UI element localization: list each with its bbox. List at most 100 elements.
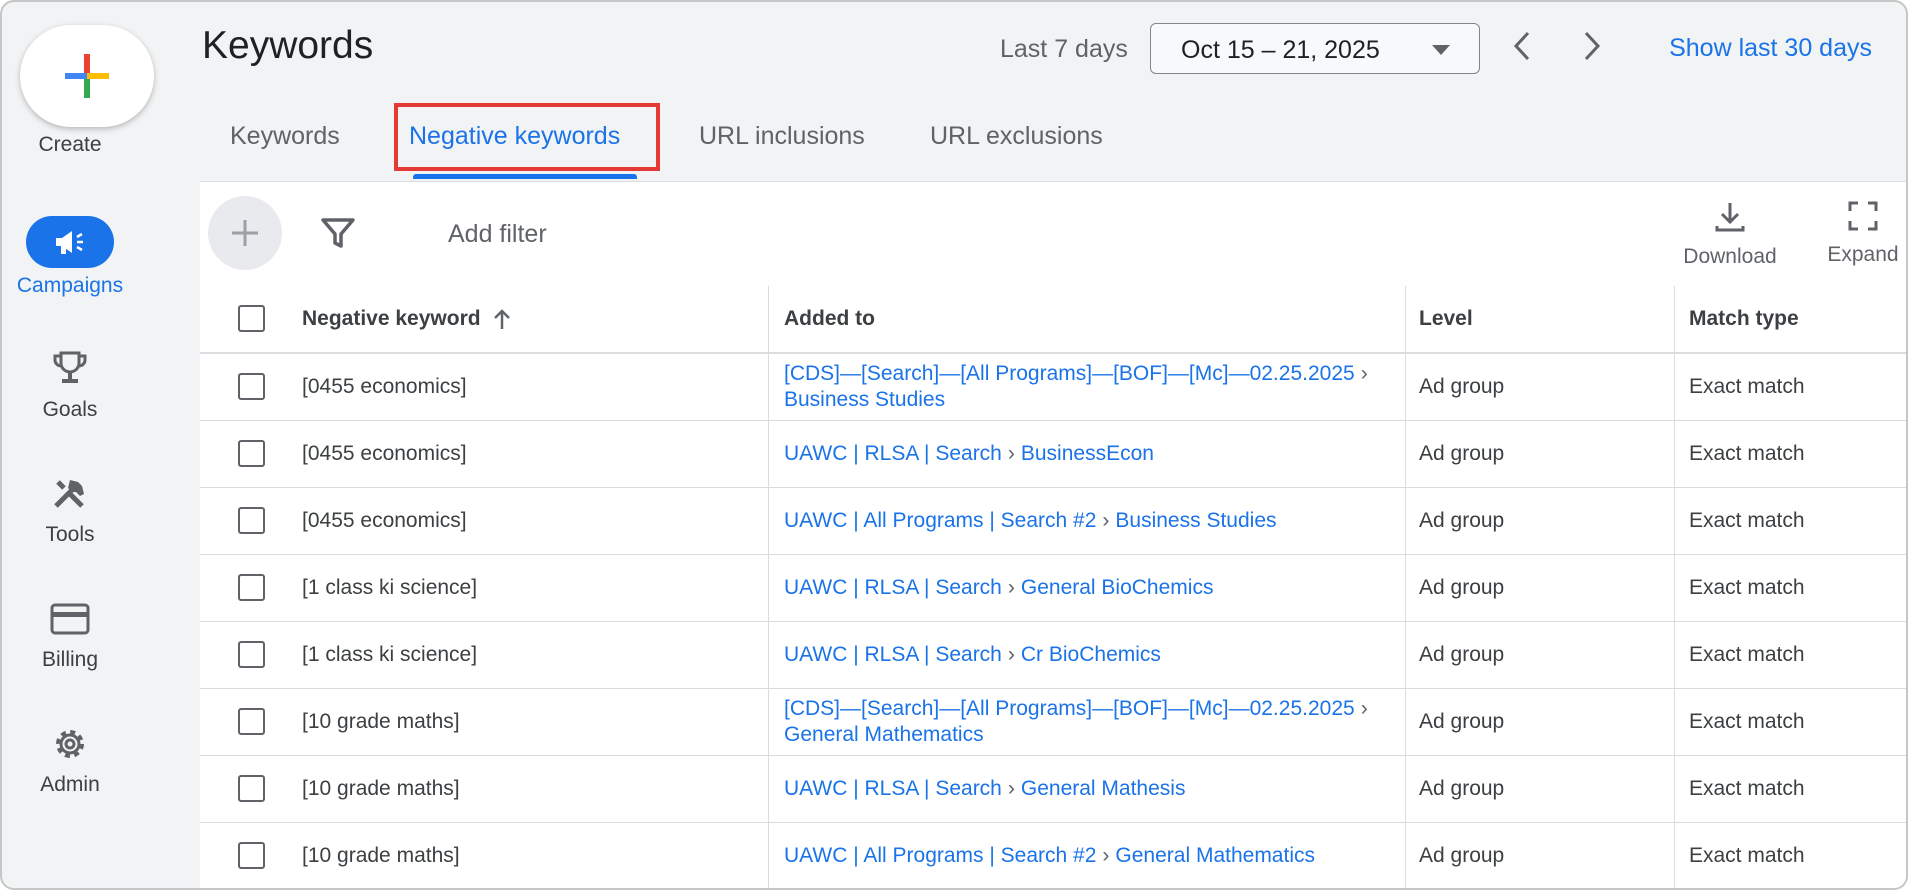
tab-url-inclusions[interactable]: URL inclusions bbox=[699, 122, 865, 151]
table-toolbar: Add filter Download Expand bbox=[200, 182, 1906, 286]
campaign-link[interactable]: [CDS]—[Search]—[All Programs]—[BOF]—[Mc]… bbox=[784, 362, 1355, 385]
level-cell: Ad group bbox=[1419, 777, 1505, 800]
match-type-cell: Exact match bbox=[1689, 375, 1805, 398]
previous-period-button[interactable] bbox=[1502, 26, 1542, 66]
table-row: [0455 economics] UAWC | RLSA | Search › Bus… bbox=[200, 421, 1906, 488]
added-to-cell: UAWC | RLSA | Search › BusinessEcon bbox=[784, 421, 1384, 487]
table-row: [1 class ki science] UAWC | RLSA | Search… bbox=[200, 555, 1906, 622]
breadcrumb-separator: › bbox=[1360, 697, 1368, 720]
match-type-cell: Exact match bbox=[1689, 844, 1805, 867]
nav-goals[interactable]: Goals bbox=[2, 346, 138, 422]
column-header-negative-keyword[interactable]: Negative keyword bbox=[302, 286, 511, 352]
download-icon bbox=[1715, 203, 1745, 232]
chevron-left-icon bbox=[1513, 31, 1530, 61]
row-checkbox[interactable] bbox=[238, 507, 265, 534]
added-to-cell: UAWC | RLSA | Search › Cr BioChemics bbox=[784, 622, 1384, 688]
row-checkbox[interactable] bbox=[238, 775, 265, 802]
breadcrumb-separator: › bbox=[1360, 362, 1368, 385]
row-checkbox[interactable] bbox=[238, 708, 265, 735]
expand-label: Expand bbox=[1827, 243, 1899, 266]
level-cell: Ad group bbox=[1419, 509, 1505, 532]
breadcrumb-separator: › bbox=[1007, 576, 1015, 599]
tab-url-exclusions[interactable]: URL exclusions bbox=[930, 122, 1103, 151]
page-title: Keywords bbox=[202, 24, 374, 67]
level-cell: Ad group bbox=[1419, 643, 1505, 666]
app-window: Create Campaigns Goals Tools Billing Adm… bbox=[0, 0, 1908, 890]
row-checkbox[interactable] bbox=[238, 641, 265, 668]
match-type-cell: Exact match bbox=[1689, 643, 1805, 666]
negative-keyword-cell: [1 class ki science] bbox=[302, 643, 478, 666]
added-to-cell: UAWC | RLSA | Search › General BioChemics bbox=[784, 555, 1384, 621]
add-filter-button[interactable]: Add filter bbox=[448, 220, 547, 249]
match-type-cell: Exact match bbox=[1689, 442, 1805, 465]
date-range-select[interactable]: Oct 15 – 21, 2025 bbox=[1150, 23, 1480, 74]
nav-label-goals: Goals bbox=[42, 398, 98, 421]
negative-keyword-cell: [0455 economics] bbox=[302, 509, 467, 532]
tab-keywords[interactable]: Keywords bbox=[230, 122, 340, 151]
next-period-button[interactable] bbox=[1572, 26, 1612, 66]
plus-icon bbox=[232, 220, 258, 246]
filter-icon[interactable] bbox=[320, 216, 356, 250]
ad-group-link[interactable]: General BioChemics bbox=[1021, 576, 1214, 599]
download-button[interactable]: Download bbox=[1680, 200, 1780, 269]
expand-button[interactable]: Expand bbox=[1820, 200, 1906, 267]
match-type-cell: Exact match bbox=[1689, 576, 1805, 599]
negative-keyword-cell: [0455 economics] bbox=[302, 375, 467, 398]
date-range-value: Oct 15 – 21, 2025 bbox=[1181, 36, 1380, 64]
table-row: [1 class ki science] UAWC | RLSA | Search… bbox=[200, 622, 1906, 689]
row-checkbox[interactable] bbox=[238, 373, 265, 400]
trophy-icon bbox=[2, 346, 138, 392]
ad-group-link[interactable]: General Mathematics bbox=[1115, 844, 1315, 867]
campaign-link[interactable]: UAWC | RLSA | Search bbox=[784, 643, 1002, 666]
select-all-checkbox[interactable] bbox=[238, 305, 265, 332]
nav-admin[interactable]: Admin bbox=[2, 721, 138, 797]
active-tab-indicator bbox=[413, 174, 637, 179]
added-to-cell: [CDS]—[Search]—[All Programs]—[BOF]—[Mc]… bbox=[784, 354, 1384, 420]
campaign-link[interactable]: UAWC | All Programs | Search #2 bbox=[784, 844, 1096, 867]
row-checkbox[interactable] bbox=[238, 440, 265, 467]
added-to-cell: UAWC | RLSA | Search › General Mathesis bbox=[784, 756, 1384, 822]
ad-group-link[interactable]: General Mathesis bbox=[1021, 777, 1186, 800]
match-type-cell: Exact match bbox=[1689, 710, 1805, 733]
table-row: [10 grade maths] [CDS]—[Search]—[All Prog… bbox=[200, 689, 1906, 756]
table-row: [10 grade maths] UAWC | RLSA | Search › Gen… bbox=[200, 756, 1906, 823]
ad-group-link[interactable]: BusinessEcon bbox=[1021, 442, 1154, 465]
campaign-link[interactable]: UAWC | All Programs | Search #2 bbox=[784, 509, 1096, 532]
campaign-link[interactable]: UAWC | RLSA | Search bbox=[784, 576, 1002, 599]
row-checkbox[interactable] bbox=[238, 842, 265, 869]
add-negative-keyword-button[interactable] bbox=[208, 196, 282, 270]
match-type-cell: Exact match bbox=[1689, 777, 1805, 800]
ad-group-link[interactable]: General Mathematics bbox=[784, 723, 984, 746]
added-to-cell: [CDS]—[Search]—[All Programs]—[BOF]—[Mc]… bbox=[784, 689, 1384, 755]
nav-label-admin: Admin bbox=[40, 773, 100, 796]
match-type-cell: Exact match bbox=[1689, 509, 1805, 532]
column-header-label: Negative keyword bbox=[302, 307, 481, 330]
nav-campaigns[interactable]: Campaigns bbox=[2, 216, 138, 298]
breadcrumb-separator: › bbox=[1102, 509, 1110, 532]
level-cell: Ad group bbox=[1419, 576, 1505, 599]
plus-colored-icon bbox=[65, 54, 109, 98]
fullscreen-icon bbox=[1848, 201, 1878, 231]
create-button[interactable] bbox=[20, 25, 154, 127]
row-checkbox[interactable] bbox=[238, 574, 265, 601]
nav-tools[interactable]: Tools bbox=[2, 471, 138, 547]
nav-label-tools: Tools bbox=[45, 523, 95, 546]
nav-billing[interactable]: Billing bbox=[2, 596, 138, 672]
ad-group-link[interactable]: Business Studies bbox=[784, 388, 945, 411]
campaign-link[interactable]: UAWC | RLSA | Search bbox=[784, 777, 1002, 800]
create-label: Create bbox=[38, 133, 102, 156]
nav-label-campaigns: Campaigns bbox=[16, 274, 124, 297]
show-last-30-days-link[interactable]: Show last 30 days bbox=[1669, 34, 1872, 63]
column-header-added-to[interactable]: Added to bbox=[784, 286, 875, 352]
left-nav-rail: Create Campaigns Goals Tools Billing Adm… bbox=[2, 2, 198, 888]
ad-group-link[interactable]: Cr BioChemics bbox=[1021, 643, 1161, 666]
ad-group-link[interactable]: Business Studies bbox=[1115, 509, 1276, 532]
gear-icon bbox=[2, 721, 138, 767]
negative-keyword-cell: [10 grade maths] bbox=[302, 777, 460, 800]
campaign-link[interactable]: UAWC | RLSA | Search bbox=[784, 442, 1002, 465]
column-header-match-type[interactable]: Match type bbox=[1689, 286, 1799, 352]
campaign-link[interactable]: [CDS]—[Search]—[All Programs]—[BOF]—[Mc]… bbox=[784, 697, 1355, 720]
table-row: [0455 economics] UAWC | All Programs | Se… bbox=[200, 488, 1906, 555]
added-to-cell: UAWC | All Programs | Search #2 › General … bbox=[784, 823, 1384, 888]
column-header-level[interactable]: Level bbox=[1419, 286, 1473, 352]
